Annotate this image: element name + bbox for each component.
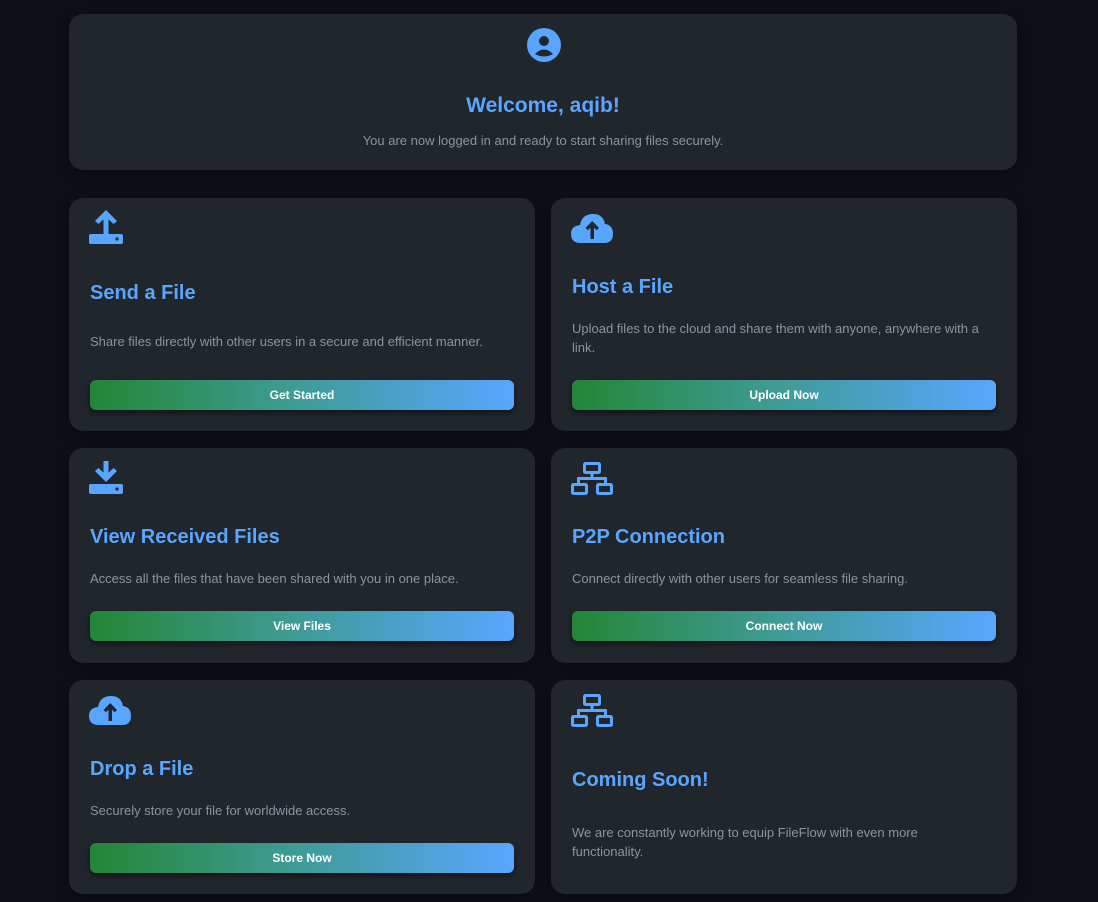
welcome-card: Welcome, aqib! You are now logged in and… [69, 14, 1017, 170]
get-started-button[interactable]: Get Started [90, 380, 514, 410]
upload-tray-icon [89, 210, 123, 244]
card-description: Access all the files that have been shar… [90, 571, 459, 586]
card-send-file: Send a File Share files directly with ot… [69, 198, 535, 431]
card-description: Upload files to the cloud and share them… [572, 321, 979, 355]
card-description: Share files directly with other users in… [90, 334, 483, 349]
card-title: Send a File [90, 282, 196, 304]
card-title: Host a File [572, 276, 674, 298]
download-tray-icon [89, 461, 123, 494]
network-icon [571, 462, 613, 495]
network-icon [571, 694, 613, 727]
card-title: P2P Connection [572, 526, 725, 548]
card-description: Connect directly with other users for se… [572, 571, 908, 586]
card-coming-soon: Coming Soon! We are constantly working t… [551, 680, 1017, 894]
card-title: Coming Soon! [572, 769, 709, 791]
store-now-button[interactable]: Store Now [90, 843, 514, 873]
card-view-received: View Received Files Access all the files… [69, 448, 535, 663]
card-description: Securely store your file for worldwide a… [90, 803, 351, 818]
cloud-upload-icon [571, 214, 613, 243]
card-host-file: Host a File Upload files to the cloud an… [551, 198, 1017, 431]
card-drop-file: Drop a File Securely store your file for… [69, 680, 535, 894]
cloud-upload-icon [89, 696, 131, 725]
welcome-title: Welcome, aqib! [466, 94, 620, 117]
user-circle-icon [527, 28, 561, 62]
card-description: We are constantly working to equip FileF… [572, 825, 918, 859]
welcome-subtitle: You are now logged in and ready to start… [362, 133, 724, 148]
card-title: Drop a File [90, 758, 194, 780]
card-p2p-connection: P2P Connection Connect directly with oth… [551, 448, 1017, 663]
connect-now-button[interactable]: Connect Now [572, 611, 996, 641]
view-files-button[interactable]: View Files [90, 611, 514, 641]
upload-now-button[interactable]: Upload Now [572, 380, 996, 410]
card-title: View Received Files [90, 526, 280, 548]
